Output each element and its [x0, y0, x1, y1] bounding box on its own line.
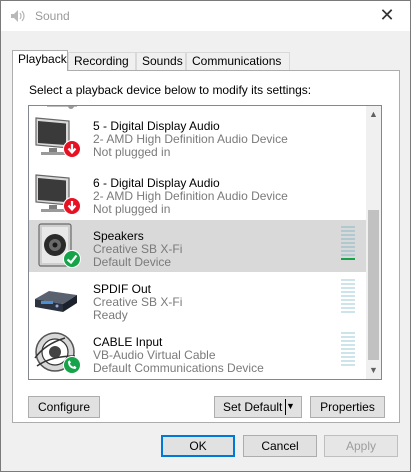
device-name: 6 - Digital Display Audio [93, 176, 220, 190]
device-driver: 2- AMD High Definition Audio Device [93, 132, 288, 146]
device-item[interactable]: 6 - Digital Display Audio 2- AMD High De… [29, 167, 366, 219]
tab-communications[interactable]: Communications [186, 52, 290, 70]
unplugged-badge-icon [63, 197, 81, 215]
set-default-label: Set Default [223, 400, 283, 414]
title-bar: Sound ✕ [1, 1, 410, 31]
properties-button[interactable]: Properties [310, 396, 385, 418]
speaker-app-icon [11, 10, 25, 22]
device-status: Not plugged in [93, 202, 171, 216]
device-name: CABLE Input [93, 335, 163, 349]
configure-button[interactable]: Configure [28, 396, 100, 418]
scroll-down-arrow-icon[interactable]: ▼ [366, 362, 381, 379]
scrollbar-thumb[interactable] [368, 210, 379, 360]
device-item-selected[interactable]: Speakers Creative SB X-Fi Default Device [29, 220, 366, 272]
level-meter [341, 279, 355, 315]
device-status: Not plugged in [93, 145, 171, 159]
device-driver: Creative SB X-Fi [93, 295, 183, 309]
device-item[interactable]: 5 - Digital Display Audio 2- AMD High De… [29, 110, 366, 162]
default-check-icon [63, 250, 81, 268]
device-item[interactable]: CABLE Input VB-Audio Virtual Cable Defau… [29, 326, 366, 378]
scroll-up-arrow-icon[interactable]: ▲ [366, 106, 381, 123]
tab-recording[interactable]: Recording [68, 52, 136, 70]
tab-sounds[interactable]: Sounds [136, 52, 186, 70]
playback-panel: Select a playback device below to modify… [12, 70, 400, 423]
instruction-text: Select a playback device below to modify… [29, 83, 312, 97]
device-driver: Creative SB X-Fi [93, 242, 183, 256]
device-item[interactable]: SPDIF Out Creative SB X-Fi Ready [29, 273, 366, 325]
set-default-dropdown-icon[interactable]: ▼ [285, 399, 298, 415]
unplugged-badge-icon [63, 140, 81, 158]
tab-playback[interactable]: Playback [12, 50, 68, 71]
device-status: Default Device [93, 255, 172, 269]
spdif-box-icon [35, 291, 77, 312]
set-default-button[interactable]: Set Default ▼ [214, 396, 302, 418]
list-scrollbar[interactable]: ▲ ▼ [366, 106, 381, 379]
device-driver: 2- AMD High Definition Audio Device [93, 189, 288, 203]
device-name: Speakers [93, 229, 144, 243]
ok-button[interactable]: OK [161, 435, 235, 457]
device-name: SPDIF Out [93, 282, 152, 296]
device-name: 5 - Digital Display Audio [93, 119, 220, 133]
window-title: Sound [35, 9, 70, 23]
phone-badge-icon [63, 356, 81, 374]
sound-dialog: Sound ✕ Playback Recording Sounds Commun… [0, 0, 411, 472]
level-meter [341, 226, 355, 262]
apply-button[interactable]: Apply [324, 435, 398, 457]
close-button[interactable]: ✕ [364, 1, 410, 31]
device-list[interactable]: 5 - Digital Display Audio 2- AMD High De… [28, 105, 382, 380]
device-driver: VB-Audio Virtual Cable [93, 348, 216, 362]
cancel-button[interactable]: Cancel [243, 435, 317, 457]
level-meter [341, 332, 355, 368]
device-status: Default Communications Device [93, 361, 264, 375]
device-status: Ready [93, 308, 128, 322]
